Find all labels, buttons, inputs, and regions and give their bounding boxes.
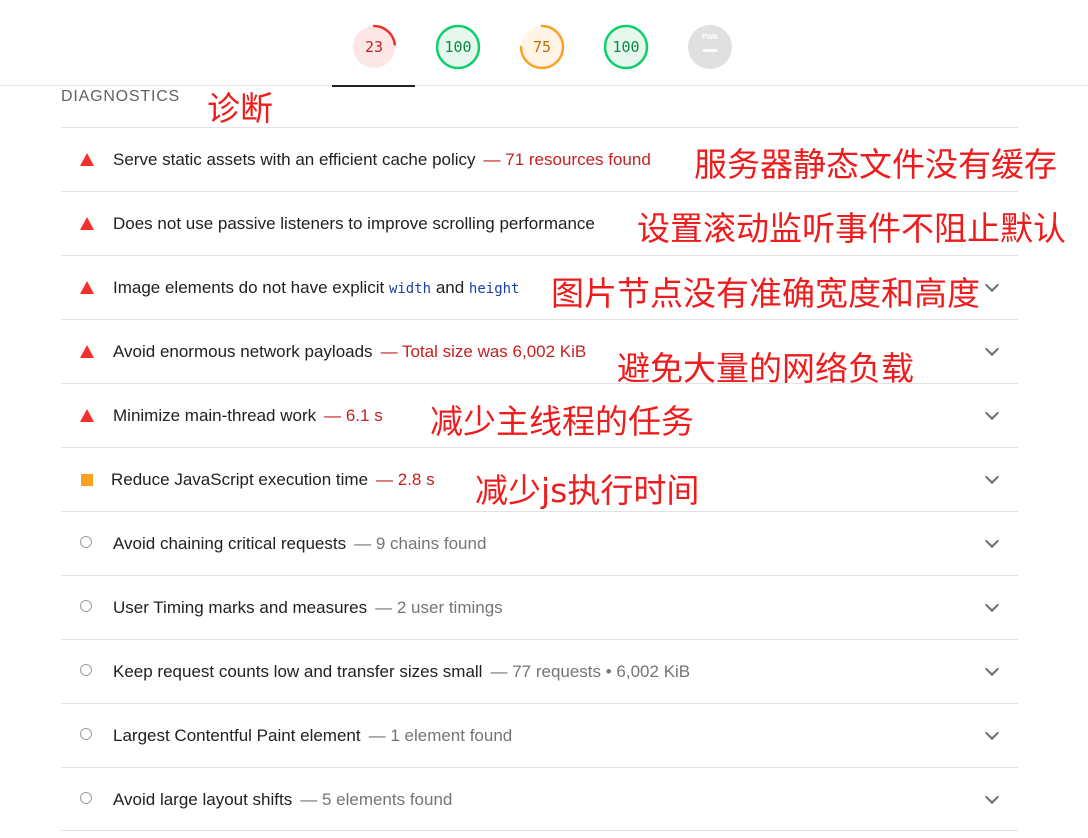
audit-title: Largest Contentful Paint element — 1 elem… — [113, 726, 512, 746]
pwa-badge-icon — [688, 25, 732, 69]
chevron-down-icon[interactable] — [984, 405, 1000, 421]
audit-title-text: Image elements do not have explicit — [113, 278, 389, 297]
audit-annotation: 设置滚动监听事件不阻止默认 — [637, 209, 1066, 248]
info-circle-icon — [80, 792, 92, 804]
code-height: height — [468, 281, 520, 297]
diagnostics-annotation: 诊断 — [207, 89, 273, 128]
info-circle-icon — [80, 664, 92, 676]
audit-title: Minimize main-thread work — 6.1 s — [113, 406, 383, 426]
audit-title-text: and — [431, 278, 469, 297]
fail-triangle-icon — [80, 409, 94, 422]
chevron-down-icon[interactable] — [984, 341, 1000, 357]
audit-title-text: Keep request counts low and transfer siz… — [113, 662, 483, 681]
audit-annotation: 图片节点没有准确宽度和高度 — [551, 274, 980, 313]
chevron-down-icon[interactable] — [984, 661, 1000, 677]
list-bottom-divider — [61, 830, 1018, 831]
audit-title-text: Avoid chaining critical requests — [113, 534, 347, 553]
audit-title-text: Minimize main-thread work — [113, 406, 317, 425]
gauge-pwa-label: PWA — [702, 34, 718, 41]
fail-triangle-icon — [80, 345, 94, 358]
info-circle-icon — [80, 536, 92, 548]
info-circle-icon — [80, 728, 92, 740]
audit-title: Serve static assets with an efficient ca… — [113, 150, 651, 170]
score-gauges: 23 100 75 100 PWA — [351, 24, 733, 70]
audit-title: Avoid chaining critical requests — 9 chai… — [113, 534, 486, 554]
audit-title-text: Largest Contentful Paint element — [113, 726, 361, 745]
diagnostics-heading: DIAGNOSTICS — [61, 88, 181, 105]
chevron-down-icon[interactable] — [984, 597, 1000, 613]
audit-title-text: User Timing marks and measures — [113, 598, 368, 617]
audit-title: Reduce JavaScript execution time — 2.8 s — [111, 470, 435, 490]
audit-row[interactable]: Keep request counts low and transfer siz… — [61, 639, 1018, 703]
audit-annotation: 服务器静态文件没有缓存 — [694, 145, 1057, 184]
audit-row[interactable]: Avoid chaining critical requests — 9 chai… — [61, 511, 1018, 575]
fail-triangle-icon — [80, 281, 94, 294]
audit-title: Keep request counts low and transfer siz… — [113, 662, 690, 682]
gauge-accessibility[interactable]: 100 — [435, 24, 481, 70]
pwa-dash-icon — [703, 49, 717, 52]
audit-title-text: Serve static assets with an efficient ca… — [113, 150, 476, 169]
audit-annotation: 减少主线程的任务 — [430, 402, 694, 441]
audit-detail: — 2.8 s — [376, 470, 435, 489]
active-gauge-underline — [332, 85, 415, 87]
audit-title-text: Avoid enormous network payloads — [113, 342, 373, 361]
chevron-down-icon[interactable] — [984, 277, 1000, 293]
warning-square-icon — [81, 474, 93, 486]
audit-title-text: Reduce JavaScript execution time — [111, 470, 369, 489]
gauge-performance[interactable]: 23 — [351, 24, 397, 70]
audit-detail: — Total size was 6,002 KiB — [380, 342, 587, 361]
audit-row[interactable]: Largest Contentful Paint element — 1 elem… — [61, 703, 1018, 767]
gauge-pwa[interactable]: PWA — [687, 24, 733, 70]
audit-detail: — 77 requests • 6,002 KiB — [490, 662, 691, 681]
gauge-seo-value: 100 — [612, 38, 640, 56]
audit-title: Avoid large layout shifts — 5 elements fo… — [113, 790, 452, 810]
gauge-best-practices-value: 75 — [532, 38, 552, 56]
gauge-seo[interactable]: 100 — [603, 24, 649, 70]
gauge-accessibility-value: 100 — [444, 38, 472, 56]
audit-title: Does not use passive listeners to improv… — [113, 214, 595, 234]
audit-detail: — 1 element found — [368, 726, 513, 745]
audit-detail: — 9 chains found — [354, 534, 487, 553]
audit-row[interactable]: User Timing marks and measures — 2 user t… — [61, 575, 1018, 639]
audit-title-text: Avoid large layout shifts — [113, 790, 293, 809]
audit-title: Image elements do not have explicit widt… — [113, 278, 519, 298]
fail-triangle-icon — [80, 217, 94, 230]
audit-row[interactable]: Avoid large layout shifts — 5 elements fo… — [61, 767, 1018, 831]
gauge-best-practices[interactable]: 75 — [519, 24, 565, 70]
chevron-down-icon[interactable] — [984, 725, 1000, 741]
audit-title: Avoid enormous network payloads — Total s… — [113, 342, 586, 362]
audit-detail: — 71 resources found — [483, 150, 651, 169]
chevron-down-icon[interactable] — [984, 533, 1000, 549]
audit-detail: — 2 user timings — [375, 598, 503, 617]
chevron-down-icon[interactable] — [984, 789, 1000, 805]
info-circle-icon — [80, 600, 92, 612]
score-gauge-bar: 23 100 75 100 PWA — [0, 0, 1088, 86]
audit-detail: — 5 elements found — [300, 790, 453, 809]
chevron-down-icon[interactable] — [984, 469, 1000, 485]
fail-triangle-icon — [80, 153, 94, 166]
gauge-performance-value: 23 — [364, 38, 384, 56]
audit-title: User Timing marks and measures — 2 user t… — [113, 598, 503, 618]
audit-annotation: 减少js执行时间 — [475, 471, 700, 510]
code-width: width — [388, 281, 432, 297]
audit-title-text: Does not use passive listeners to improv… — [113, 214, 595, 233]
audit-detail: — 6.1 s — [324, 406, 383, 425]
